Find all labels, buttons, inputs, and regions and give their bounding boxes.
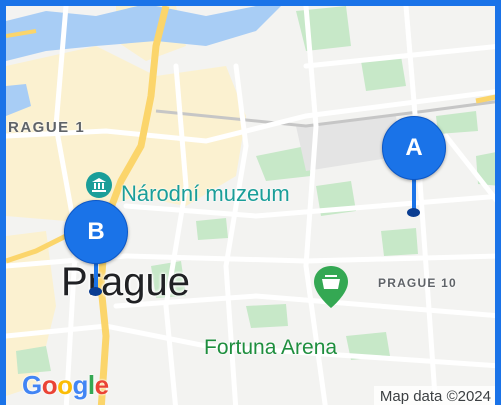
marker-b[interactable]: B <box>64 200 128 300</box>
park <box>246 304 288 328</box>
marker-b-head: B <box>64 200 128 264</box>
logo-letter: o <box>41 370 58 400</box>
museum-icon[interactable] <box>86 172 112 198</box>
district-label-prague-10: PRAGUE 10 <box>378 276 457 290</box>
marker-a-head: A <box>382 116 446 180</box>
poi-label-arena[interactable]: Fortuna Arena <box>204 336 337 360</box>
marker-a[interactable]: A <box>382 116 446 222</box>
google-logo[interactable]: Google <box>22 370 109 401</box>
park <box>196 218 228 240</box>
logo-letter: g <box>72 370 89 400</box>
district-label-prague-1: RAGUE 1 <box>8 119 86 136</box>
major-road <box>475 94 495 104</box>
stadium-icon <box>314 266 348 308</box>
marker-b-anchor <box>89 287 102 296</box>
museum-icon-glyph <box>92 178 106 192</box>
poi-label-museum[interactable]: Národní muzeum <box>121 181 290 207</box>
marker-a-anchor <box>407 208 420 217</box>
park <box>381 228 418 256</box>
logo-letter: G <box>22 370 42 400</box>
logo-letter: o <box>57 370 73 400</box>
logo-letter: e <box>94 370 109 400</box>
logo-letter: l <box>87 370 95 400</box>
map-frame[interactable]: RAGUE 1 PRAGUE 10 Národní muzeum Prague … <box>0 0 501 405</box>
stadium-marker[interactable] <box>311 264 351 308</box>
map-attribution[interactable]: Map data ©2024 <box>373 386 495 405</box>
